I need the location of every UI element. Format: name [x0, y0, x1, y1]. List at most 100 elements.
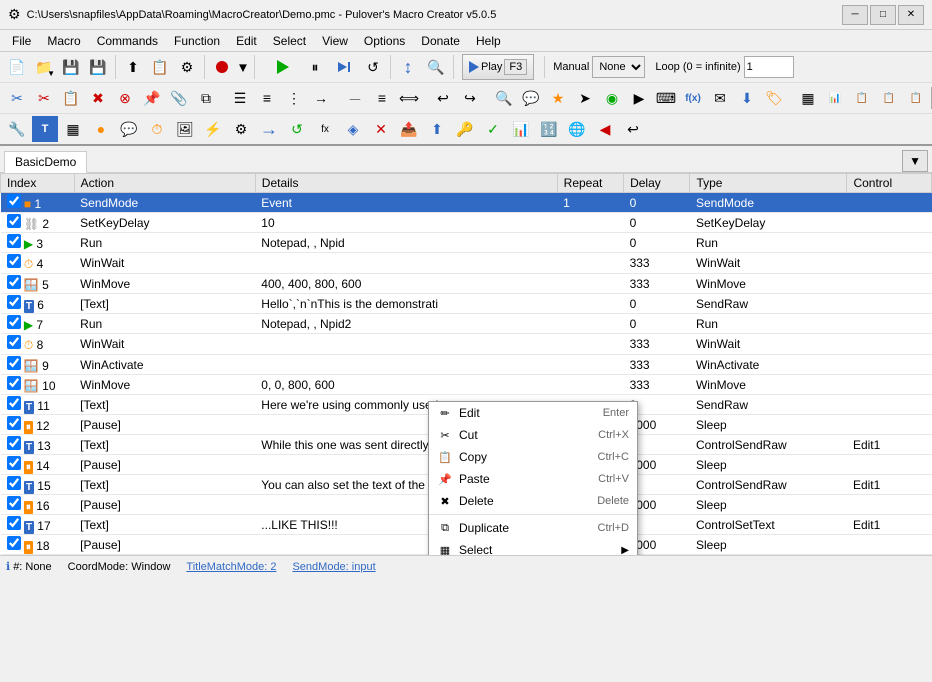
minimize-button[interactable]: ─ — [842, 5, 868, 25]
save-button[interactable]: 💾 — [58, 54, 84, 80]
tb-zoom-button[interactable]: 🔍 — [491, 85, 517, 111]
tb-format-l[interactable]: fx — [312, 116, 338, 142]
tb-format-d[interactable]: ● — [88, 116, 114, 142]
tb-arrow-button[interactable]: ➤ — [572, 85, 598, 111]
tb-undo-button[interactable]: ↩ — [430, 85, 456, 111]
manual-select[interactable]: None — [592, 56, 645, 78]
play-button[interactable] — [267, 54, 299, 80]
more-button[interactable]: ↕ — [395, 54, 421, 80]
tb-duplicate-button[interactable]: ⧉ — [193, 85, 219, 111]
row-checkbox[interactable] — [7, 356, 21, 370]
menu-commands[interactable]: Commands — [89, 32, 166, 50]
row-checkbox[interactable] — [7, 456, 21, 470]
ctx-item-cut[interactable]: ✂ Cut Ctrl+X — [429, 424, 637, 446]
info-icon[interactable]: ℹ — [6, 560, 10, 573]
tb-key-button[interactable]: ⌨ — [653, 85, 679, 111]
tb-format-s[interactable]: 📊 — [508, 116, 534, 142]
tb-tag-button[interactable]: 🏷 — [761, 85, 787, 111]
tab-basic-demo[interactable]: BasicDemo — [4, 151, 87, 173]
tb-paste2-button[interactable]: 📎 — [166, 85, 192, 111]
ctx-item-duplicate[interactable]: ⧉ Duplicate Ctrl+D — [429, 517, 637, 539]
tb-format-button[interactable]: ⟺ — [396, 85, 422, 111]
ctx-item-delete[interactable]: ✖ Delete Delete — [429, 490, 637, 512]
close-button[interactable]: ✕ — [898, 5, 924, 25]
row-checkbox[interactable] — [7, 275, 21, 289]
maximize-button[interactable]: □ — [870, 5, 896, 25]
row-checkbox[interactable] — [7, 396, 21, 410]
row-checkbox[interactable] — [7, 516, 21, 530]
table-row[interactable]: 🪟 9 WinActivate 333 WinActivate — [1, 355, 932, 375]
menu-donate[interactable]: Donate — [413, 32, 468, 50]
table-row[interactable]: ⏱ 8 WinWait 333 WinWait — [1, 334, 932, 355]
clipboard-button[interactable]: 📋 — [147, 54, 173, 80]
tb-format-u[interactable]: 🌐 — [564, 116, 590, 142]
pause-stop-button[interactable]: ⏸ — [302, 54, 328, 80]
menu-view[interactable]: View — [314, 32, 356, 50]
table-row[interactable]: 🪟 10 WinMove 0, 0, 800, 600 333 WinMove — [1, 375, 932, 395]
tb-format-h[interactable]: ⚡ — [200, 116, 226, 142]
import-button[interactable]: ⬆ — [120, 54, 146, 80]
tb-tbl3-button[interactable]: 📋 — [849, 85, 875, 111]
title-match-mode[interactable]: TitleMatchMode: 2 — [186, 561, 276, 573]
tb-indent-button[interactable]: → — [308, 85, 334, 111]
tb-align2-button[interactable]: ≡ — [369, 85, 395, 111]
ctx-item-edit[interactable]: ✏ Edit Enter — [429, 402, 637, 424]
row-checkbox[interactable] — [7, 234, 21, 248]
tb-paste-button[interactable]: 📌 — [139, 85, 165, 111]
tb-color-button[interactable]: ◉ — [599, 85, 625, 111]
tb-format-t[interactable]: 🔢 — [536, 116, 562, 142]
new-button[interactable]: 📄 — [4, 54, 30, 80]
table-row[interactable]: ⛓ 2 SetKeyDelay 10 0 SetKeyDelay — [1, 213, 932, 233]
loop-input[interactable] — [744, 56, 794, 78]
reset-button[interactable]: ↺ — [360, 54, 386, 80]
table-row[interactable]: ▶ 7 Run Notepad, , Npid2 0 Run — [1, 314, 932, 334]
tb-format-g[interactable]: 🖼 — [172, 116, 198, 142]
tb-format-r[interactable]: ✓ — [480, 116, 506, 142]
record-button[interactable] — [209, 54, 235, 80]
tb-list-button[interactable]: ☰ — [227, 85, 253, 111]
tb-list3-button[interactable]: ⋮ — [281, 85, 307, 111]
row-checkbox[interactable] — [7, 335, 21, 349]
tb-list2-button[interactable]: ≡ — [254, 85, 280, 111]
row-checkbox[interactable] — [7, 254, 21, 268]
tb-star-button[interactable]: ★ — [545, 85, 571, 111]
row-checkbox[interactable] — [7, 315, 21, 329]
tb-cut-button[interactable]: ✂ — [31, 85, 57, 111]
row-checkbox[interactable] — [7, 436, 21, 450]
search2-button[interactable]: 🔍 — [423, 54, 449, 80]
tb-format-e[interactable]: 💬 — [116, 116, 142, 142]
menu-function[interactable]: Function — [166, 32, 228, 50]
tb-format-b[interactable]: T — [32, 116, 58, 142]
tb-down-button[interactable]: ⬇ — [734, 85, 760, 111]
table-row[interactable]: ▶ 3 Run Notepad, , Npid 0 Run — [1, 233, 932, 253]
tb-format-w[interactable]: ↩ — [620, 116, 646, 142]
settings-button[interactable]: ⚙ — [174, 54, 200, 80]
step-button[interactable] — [331, 54, 357, 80]
tb-format-p[interactable]: ⬆ — [424, 116, 450, 142]
table-row[interactable]: T 6 [Text] Hello`,`n`nThis is the demons… — [1, 294, 932, 314]
tb-align-button[interactable]: ⏤ — [342, 85, 368, 111]
tb-play3-button[interactable]: ▶ — [626, 85, 652, 111]
table-row[interactable]: ■ 1 SendMode Event 1 0 SendMode — [1, 193, 932, 213]
ctx-item-copy[interactable]: 📋 Copy Ctrl+C — [429, 446, 637, 468]
row-checkbox[interactable] — [7, 416, 21, 430]
tb-format-j[interactable]: → — [256, 116, 282, 142]
tb-format-f[interactable]: ⏱ — [144, 116, 170, 142]
row-checkbox[interactable] — [7, 496, 21, 510]
row-checkbox[interactable] — [7, 194, 21, 208]
scissors-button[interactable]: ✂ — [4, 85, 30, 111]
tb-format-i[interactable]: ⚙ — [228, 116, 254, 142]
tb-tbl5-button[interactable]: 📋 — [903, 85, 929, 111]
ctx-item-paste[interactable]: 📌 Paste Ctrl+V — [429, 468, 637, 490]
menu-macro[interactable]: Macro — [39, 32, 88, 50]
ctx-item-select[interactable]: ▦ Select ▶ — [429, 539, 637, 555]
row-checkbox[interactable] — [7, 376, 21, 390]
tb-format-n[interactable]: ✕ — [368, 116, 394, 142]
tb-tbl4-button[interactable]: 📋 — [876, 85, 902, 111]
open-button[interactable]: 📁▼ — [31, 54, 57, 80]
table-row[interactable]: 🪟 5 WinMove 400, 400, 800, 600 333 WinMo… — [1, 274, 932, 294]
tb-format-c[interactable]: ▦ — [60, 116, 86, 142]
menu-options[interactable]: Options — [356, 32, 413, 50]
saveas-button[interactable]: 💾 — [85, 54, 111, 80]
tb-tbl-button[interactable]: ▦ — [795, 85, 821, 111]
